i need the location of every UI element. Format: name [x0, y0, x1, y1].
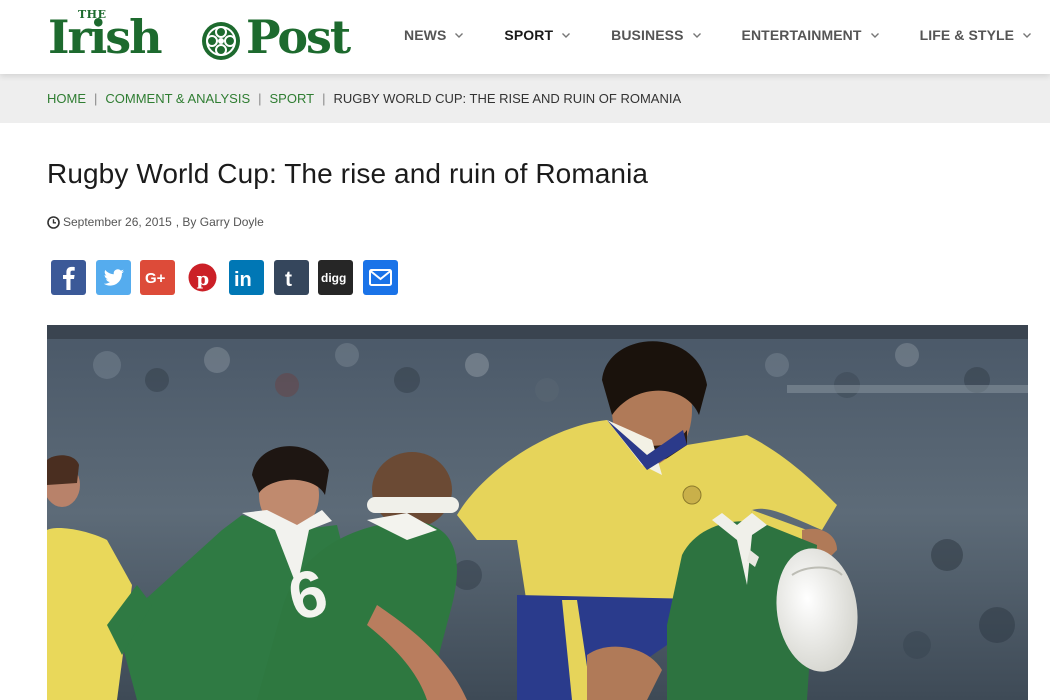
breadcrumb: HOME | COMMENT & ANALYSIS | SPORT | RUGB…	[47, 91, 681, 106]
breadcrumb-separator: |	[258, 91, 262, 106]
breadcrumb-sport[interactable]: SPORT	[270, 91, 315, 106]
share-digg-button[interactable]: digg	[318, 260, 353, 295]
facebook-icon	[51, 260, 86, 295]
breadcrumb-comment-analysis[interactable]: COMMENT & ANALYSIS	[105, 91, 250, 106]
article-byline[interactable]: , By Garry Doyle	[176, 215, 264, 229]
logo-irish-text: Irish	[48, 10, 163, 64]
breadcrumb-separator: |	[94, 91, 98, 106]
twitter-icon	[95, 260, 131, 295]
site-header: THE Irish Post NEWS SPORT BUSINESS ENTER…	[0, 0, 1050, 74]
breadcrumb-current: RUGBY WORLD CUP: THE RISE AND RUIN OF RO…	[333, 91, 682, 106]
clock-icon	[47, 215, 60, 229]
svg-text:G+: G+	[145, 270, 166, 287]
nav-item-label: BUSINESS	[611, 27, 684, 43]
chevron-down-icon	[1023, 33, 1032, 38]
svg-text:in: in	[234, 269, 252, 291]
share-facebook-button[interactable]	[51, 260, 86, 295]
chevron-down-icon	[562, 33, 571, 38]
svg-text:t: t	[285, 268, 292, 291]
rugby-match-photo: 6	[47, 325, 1028, 700]
nav-item-news[interactable]: NEWS	[404, 24, 464, 46]
chevron-down-icon	[455, 33, 464, 38]
hero-image: 6	[47, 325, 1028, 700]
site-logo[interactable]: THE Irish Post	[48, 6, 378, 62]
article-date: September 26, 2015	[63, 215, 172, 229]
nav-item-label: ENTERTAINMENT	[741, 27, 862, 43]
breadcrumb-home[interactable]: HOME	[47, 91, 86, 106]
svg-text:digg: digg	[321, 271, 346, 285]
main-nav: NEWS SPORT BUSINESS ENTERTAINMENT LIFE &…	[404, 24, 1032, 46]
share-email-button[interactable]	[362, 260, 398, 295]
share-google-plus-button[interactable]: G+	[140, 260, 175, 295]
article-title: Rugby World Cup: The rise and ruin of Ro…	[47, 158, 649, 189]
breadcrumb-separator: |	[322, 91, 326, 106]
nav-item-label: SPORT	[504, 27, 554, 43]
linkedin-icon: in	[229, 260, 264, 295]
celtic-knot-icon	[202, 22, 240, 60]
share-buttons: G+ p in t digg	[51, 260, 407, 295]
chevron-down-icon	[870, 33, 879, 38]
google-plus-icon: G+	[140, 260, 175, 295]
pinterest-icon: p	[188, 263, 216, 292]
nav-item-life-style[interactable]: LIFE & STYLE	[920, 24, 1033, 46]
nav-item-business[interactable]: BUSINESS	[611, 24, 701, 46]
chevron-down-icon	[692, 33, 701, 38]
nav-item-entertainment[interactable]: ENTERTAINMENT	[742, 24, 880, 46]
tumblr-icon: t	[273, 260, 309, 295]
nav-item-label: LIFE & STYLE	[919, 27, 1015, 43]
logo-post-text: Post	[246, 10, 351, 64]
share-tumblr-button[interactable]: t	[273, 260, 309, 295]
article-meta: September 26, 2015 , By Garry Doyle	[47, 215, 264, 229]
breadcrumb-bar: HOME | COMMENT & ANALYSIS | SPORT | RUGB…	[0, 74, 1050, 123]
nav-item-label: NEWS	[404, 27, 447, 43]
digg-icon: digg	[318, 260, 353, 295]
share-pinterest-button[interactable]: p	[184, 260, 220, 295]
svg-text:p: p	[196, 269, 209, 290]
share-twitter-button[interactable]	[95, 260, 131, 295]
email-icon	[362, 260, 398, 295]
nav-item-sport[interactable]: SPORT	[504, 24, 571, 46]
share-linkedin-button[interactable]: in	[229, 260, 264, 295]
